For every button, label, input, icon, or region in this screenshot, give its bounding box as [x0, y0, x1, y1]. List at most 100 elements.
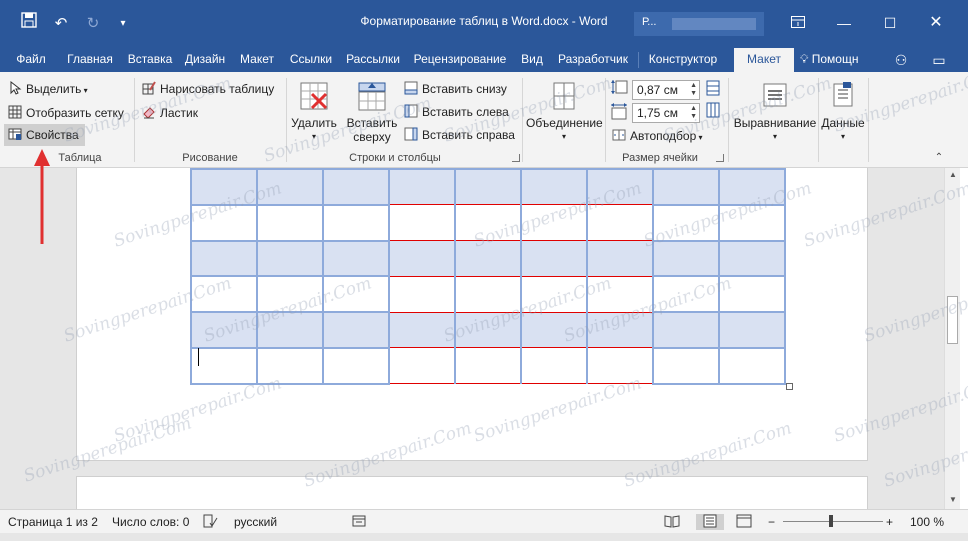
tab-design[interactable]: Дизайн: [180, 48, 230, 72]
eraser-button[interactable]: Ластик: [142, 102, 198, 124]
table-cell[interactable]: [520, 204, 588, 242]
scroll-up-icon[interactable]: ▲: [945, 168, 961, 182]
redo-icon[interactable]: ↻: [80, 12, 106, 36]
spin-up-icon[interactable]: ▲: [690, 82, 697, 90]
table-cell[interactable]: [256, 311, 324, 349]
cell-size-dialog-launcher[interactable]: [716, 154, 724, 162]
insert-below-button[interactable]: Вставить снизу: [404, 78, 507, 100]
table-cell[interactable]: [388, 204, 456, 242]
table-cell[interactable]: [520, 275, 588, 313]
table-cell[interactable]: [718, 239, 786, 278]
table-cell[interactable]: [652, 168, 720, 206]
table-cell[interactable]: [652, 239, 720, 278]
table-cell[interactable]: [388, 275, 456, 313]
table-cell[interactable]: [190, 346, 258, 385]
table-cell[interactable]: [322, 346, 390, 385]
table-cell[interactable]: [718, 168, 786, 206]
alignment-button[interactable]: Выравнивание ▾: [730, 80, 820, 144]
table-cell[interactable]: [520, 311, 588, 349]
select-button[interactable]: Выделить ▾: [8, 78, 88, 100]
account-area[interactable]: Р...: [634, 12, 764, 36]
table-cell[interactable]: [454, 240, 522, 277]
table-cell[interactable]: [652, 275, 720, 314]
properties-button[interactable]: Свойства: [4, 124, 85, 146]
table-cell[interactable]: [586, 275, 654, 313]
draw-table-button[interactable]: Нарисовать таблицу: [142, 78, 274, 100]
table-cell[interactable]: [388, 311, 456, 349]
share-icon[interactable]: ⚇: [890, 50, 912, 70]
zoom-level[interactable]: 100 %: [910, 514, 944, 530]
table-cell[interactable]: [454, 275, 522, 313]
table-cell[interactable]: [388, 168, 456, 206]
autofit-button[interactable]: Автоподбор ▾: [612, 125, 703, 147]
document-page[interactable]: [76, 168, 868, 461]
table-cell[interactable]: [718, 203, 786, 242]
table-cell[interactable]: [454, 168, 522, 206]
zoom-out-icon[interactable]: −: [768, 514, 775, 530]
tab-insert[interactable]: Вставка: [124, 48, 176, 72]
close-icon[interactable]: ✕: [916, 8, 956, 38]
tab-table-layout[interactable]: Макет: [734, 48, 794, 72]
tab-home[interactable]: Главная: [60, 48, 120, 72]
table-cell[interactable]: [322, 203, 390, 242]
maximize-icon[interactable]: ☐: [870, 8, 910, 38]
insert-above-button[interactable]: Вставить сверху: [344, 80, 400, 144]
table-cell[interactable]: [586, 204, 654, 242]
table-cell[interactable]: [388, 240, 456, 277]
table-cell[interactable]: [190, 203, 258, 242]
zoom-slider[interactable]: [783, 521, 883, 522]
tab-layout[interactable]: Макет: [234, 48, 280, 72]
table-cell[interactable]: [388, 347, 456, 385]
spin-down-icon[interactable]: ▼: [690, 113, 697, 121]
column-width-spinner[interactable]: 1,75 см ▲ ▼: [632, 103, 700, 123]
row-height-spinner[interactable]: 0,87 см ▲ ▼: [632, 80, 700, 100]
table-cell[interactable]: [718, 346, 786, 385]
zoom-in-icon[interactable]: +: [886, 514, 893, 530]
table-cell[interactable]: [190, 311, 258, 349]
document-table[interactable]: [190, 168, 786, 385]
table-cell[interactable]: [520, 168, 588, 206]
table-cell[interactable]: [718, 275, 786, 314]
tell-me-box[interactable]: 💡︎ Помощн: [800, 48, 858, 72]
table-cell[interactable]: [454, 204, 522, 242]
table-cell[interactable]: [586, 347, 654, 385]
table-cell[interactable]: [652, 346, 720, 385]
tab-view[interactable]: Вид: [514, 48, 550, 72]
document-page-2[interactable]: [76, 476, 868, 509]
table-cell[interactable]: [190, 239, 258, 278]
distribute-rows-icon[interactable]: [706, 80, 720, 102]
language[interactable]: русский: [234, 514, 277, 530]
word-count[interactable]: Число слов: 0: [112, 514, 189, 530]
table-cell[interactable]: [322, 168, 390, 206]
table-cell[interactable]: [256, 203, 324, 242]
table-cell[interactable]: [652, 203, 720, 242]
tab-references[interactable]: Ссылки: [284, 48, 338, 72]
table-cell[interactable]: [256, 168, 324, 206]
table-cell[interactable]: [322, 311, 390, 349]
insert-left-button[interactable]: Вставить слева: [404, 101, 509, 123]
collapse-ribbon-icon[interactable]: ⌃: [932, 152, 946, 164]
table-resize-handle[interactable]: [786, 383, 793, 390]
data-button[interactable]: Данные ▾: [818, 80, 868, 144]
spin-up-icon[interactable]: ▲: [690, 105, 697, 113]
tab-file[interactable]: Файл: [8, 48, 54, 72]
undo-icon[interactable]: ↶: [48, 12, 74, 36]
scroll-down-icon[interactable]: ▼: [945, 493, 961, 507]
zoom-slider-thumb[interactable]: [829, 515, 833, 527]
page-count[interactable]: Страница 1 из 2: [8, 514, 98, 530]
proofing-icon[interactable]: [202, 514, 218, 530]
customize-quick-access-icon[interactable]: ▾: [110, 12, 136, 36]
table-cell[interactable]: [520, 240, 588, 277]
rows-columns-dialog-launcher[interactable]: [512, 154, 520, 162]
table-cell[interactable]: [586, 311, 654, 349]
table-cell[interactable]: [190, 275, 258, 314]
spin-down-icon[interactable]: ▼: [690, 90, 697, 98]
minimize-icon[interactable]: —: [824, 8, 864, 38]
delete-button[interactable]: Удалить ▾: [288, 80, 340, 144]
table-cell[interactable]: [586, 240, 654, 277]
table-cell[interactable]: [322, 275, 390, 314]
tab-table-design[interactable]: Конструктор: [642, 48, 724, 72]
merge-button[interactable]: Объединение ▾: [526, 80, 603, 144]
print-layout-icon[interactable]: [696, 514, 724, 530]
table-cell[interactable]: [256, 275, 324, 314]
